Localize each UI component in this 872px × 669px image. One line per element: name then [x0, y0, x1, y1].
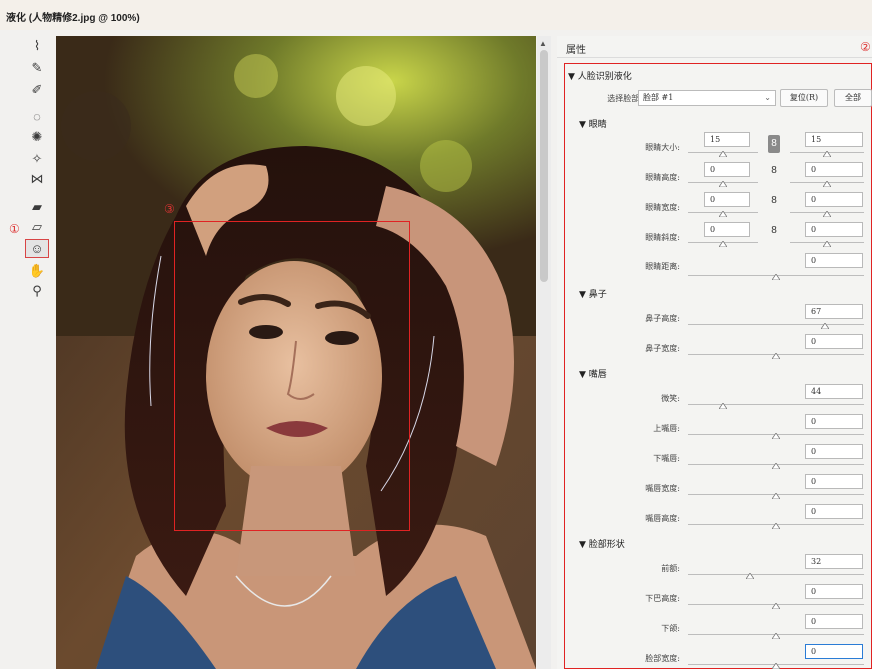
eyes-section-title[interactable]: ▼ 眼睛	[579, 117, 607, 130]
forward-warp-icon[interactable]: ⌇	[25, 36, 49, 55]
face-detection-box[interactable]	[174, 221, 410, 531]
right-eye-slider-thumb[interactable]	[823, 241, 831, 247]
chevron-down-icon: ⌄	[764, 93, 771, 102]
eye-row-label: 眼睛宽度:	[645, 203, 680, 212]
window-title: 液化 (人物精修2.jpg @ 100%)	[6, 13, 140, 24]
face-shape-slider-track[interactable]	[688, 574, 864, 575]
face-shape-slider-thumb[interactable]	[746, 573, 754, 579]
twirl-icon[interactable]: ◌	[25, 107, 49, 126]
scrollbar-thumb[interactable]	[540, 50, 548, 282]
mouth-value-field[interactable]: 0	[805, 474, 863, 489]
mouth-row-label: 嘴唇高度:	[645, 514, 680, 523]
select-face-label: 选择脸部:	[607, 94, 642, 103]
face-shape-row-label: 脸部宽度:	[645, 654, 680, 663]
nose-slider-track[interactable]	[688, 324, 864, 325]
mouth-slider-thumb[interactable]	[772, 493, 780, 499]
eye-row-label: 眼睛高度:	[645, 173, 680, 182]
nose-section-title[interactable]: ▼ 鼻子	[579, 287, 607, 300]
mouth-value-field[interactable]: 44	[805, 384, 863, 399]
annotation-marker-1: ①	[9, 222, 20, 236]
mouth-slider-thumb[interactable]	[719, 403, 727, 409]
eye-distance-slider-thumb[interactable]	[772, 274, 780, 280]
freeze-mask-icon[interactable]: ▰	[25, 197, 49, 216]
zoom-icon[interactable]: ⚲	[25, 281, 49, 300]
right-eye-value-field[interactable]: 15	[805, 132, 863, 147]
nose-value-field[interactable]: 0	[805, 334, 863, 349]
face-shape-row-label: 前额:	[661, 564, 680, 573]
eye-row-label: 眼睛大小:	[645, 143, 680, 152]
properties-header: 属性	[557, 36, 872, 58]
pucker-icon[interactable]: ✺	[25, 127, 49, 146]
link-toggle-icon[interactable]: 8	[768, 195, 780, 206]
image-canvas[interactable]	[56, 36, 536, 669]
face-shape-slider-thumb[interactable]	[772, 603, 780, 609]
face-shape-section-title[interactable]: ▼ 脸部形状	[579, 537, 625, 550]
right-eye-value-field[interactable]: 0	[805, 222, 863, 237]
face-shape-value-field[interactable]: 0	[805, 584, 863, 599]
left-eye-value-field[interactable]: 0	[704, 222, 750, 237]
face-shape-row-label: 下颌:	[661, 624, 680, 633]
eye-distance-field[interactable]: 0	[805, 253, 863, 268]
mouth-row-label: 上嘴唇:	[653, 424, 680, 433]
mouth-value-field[interactable]: 0	[805, 504, 863, 519]
left-eye-value-field[interactable]: 0	[704, 162, 750, 177]
all-button[interactable]: 全部	[834, 89, 872, 107]
reset-button[interactable]: 复位(R)	[780, 89, 828, 107]
link-toggle-icon[interactable]: 8	[768, 225, 780, 236]
nose-slider-thumb[interactable]	[821, 323, 829, 329]
face-shape-slider-thumb[interactable]	[772, 633, 780, 639]
mouth-value-field[interactable]: 0	[805, 414, 863, 429]
mouth-row-label: 下嘴唇:	[653, 454, 680, 463]
nose-row-label: 鼻子宽度:	[645, 344, 680, 353]
nose-slider-thumb[interactable]	[772, 353, 780, 359]
right-eye-slider-thumb[interactable]	[823, 211, 831, 217]
link-toggle-icon[interactable]: 8	[768, 165, 780, 176]
mouth-section-title[interactable]: ▼ 嘴唇	[579, 367, 607, 380]
face-shape-value-field[interactable]: 32	[805, 554, 863, 569]
eye-distance-label: 眼睛距离:	[645, 262, 680, 271]
mouth-row-label: 嘴唇宽度:	[645, 484, 680, 493]
right-eye-slider-thumb[interactable]	[823, 151, 831, 157]
select-face-value: 脸部 #1	[643, 93, 674, 102]
left-eye-slider-thumb[interactable]	[719, 181, 727, 187]
mouth-slider-thumb[interactable]	[772, 433, 780, 439]
hand-icon[interactable]: ✋	[25, 261, 49, 280]
right-eye-value-field[interactable]: 0	[805, 192, 863, 207]
nose-value-field[interactable]: 67	[805, 304, 863, 319]
left-eye-value-field[interactable]: 15	[704, 132, 750, 147]
push-left-icon[interactable]: ⋈	[25, 169, 49, 188]
annotation-marker-2: ②	[860, 40, 871, 54]
thaw-mask-icon[interactable]: ▱	[25, 217, 49, 236]
face-shape-slider-thumb[interactable]	[772, 663, 780, 669]
mouth-slider-thumb[interactable]	[772, 463, 780, 469]
face-shape-row-label: 下巴高度:	[645, 594, 680, 603]
reconstruct-icon[interactable]: ✎	[25, 58, 49, 77]
canvas-scrollbar[interactable]: ▲	[537, 36, 551, 669]
mouth-value-field[interactable]: 0	[805, 444, 863, 459]
select-face-dropdown[interactable]: 脸部 #1 ⌄	[638, 90, 776, 106]
face-aware-liquify-title[interactable]: ▼ 人脸识别液化	[568, 69, 632, 82]
smooth-icon[interactable]: ✐	[25, 80, 49, 99]
mouth-slider-thumb[interactable]	[772, 523, 780, 529]
right-eye-value-field[interactable]: 0	[805, 162, 863, 177]
right-eye-slider-thumb[interactable]	[823, 181, 831, 187]
left-eye-slider-thumb[interactable]	[719, 241, 727, 247]
bloat-icon[interactable]: ✧	[25, 149, 49, 168]
left-eye-slider-thumb[interactable]	[719, 211, 727, 217]
link-toggle-icon[interactable]: 8	[768, 135, 780, 153]
face-shape-value-field[interactable]: 0	[805, 644, 863, 659]
properties-title: 属性	[566, 45, 586, 56]
face-shape-value-field[interactable]: 0	[805, 614, 863, 629]
liquify-toolbar: ⌇ ✎ ✐ ◌ ✺ ✧ ⋈ ▰ ▱ ☺ ✋ ⚲	[20, 32, 54, 669]
annotation-marker-3: ③	[164, 202, 175, 216]
nose-row-label: 鼻子高度:	[645, 314, 680, 323]
window-titlebar: 液化 (人物精修2.jpg @ 100%)	[0, 0, 872, 30]
eye-row-label: 眼睛斜度:	[645, 233, 680, 242]
mouth-slider-track[interactable]	[688, 404, 864, 405]
face-icon[interactable]: ☺	[25, 239, 49, 258]
left-eye-slider-thumb[interactable]	[719, 151, 727, 157]
mouth-row-label: 微笑:	[661, 394, 680, 403]
left-eye-value-field[interactable]: 0	[704, 192, 750, 207]
scroll-up-icon[interactable]: ▲	[539, 39, 547, 48]
